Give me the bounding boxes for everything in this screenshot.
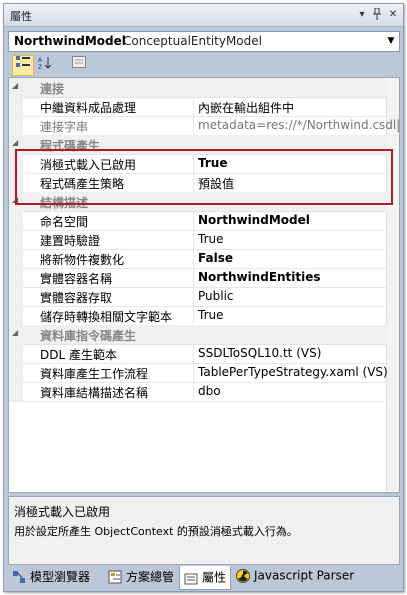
- column-divider[interactable]: [193, 116, 194, 135]
- category-label: 連接: [40, 82, 65, 96]
- properties-window: 屬性 ▾ ✕ NorthwindModel ConceptualEntityMo…: [3, 3, 404, 592]
- row-gutter: [9, 287, 23, 306]
- property-value[interactable]: metadata=res://*/Northwind.csdl|re: [198, 118, 399, 132]
- annotation-highlight-box: [15, 149, 393, 205]
- svg-text:A: A: [38, 57, 43, 64]
- column-divider[interactable]: [193, 287, 194, 306]
- property-row[interactable]: 實體容器名稱 NorthwindEntities: [9, 268, 387, 288]
- tab-javascript-parser[interactable]: Javascript Parser: [236, 568, 354, 588]
- property-row[interactable]: 中繼資料成品處理 內嵌在輸出組件中: [9, 97, 387, 117]
- description-title: 消極式載入已啟用: [14, 505, 111, 519]
- category-row[interactable]: ◢ 資料庫指令碼產生: [9, 325, 387, 345]
- property-value[interactable]: Public: [198, 289, 234, 303]
- property-row[interactable]: 實體容器存取 Public: [9, 287, 387, 307]
- property-row[interactable]: 連接字串 metadata=res://*/Northwind.csdl|re: [9, 116, 399, 136]
- property-row[interactable]: DDL 產生範本 SSDLToSQL10.tt (VS): [9, 344, 387, 364]
- properties-toolbar: AZ: [8, 54, 398, 76]
- property-value[interactable]: False: [198, 251, 233, 265]
- column-divider[interactable]: [193, 230, 194, 249]
- description-pane: 消極式載入已啟用 用於設定所產生 ObjectContext 的預設消極式載入行…: [8, 496, 400, 565]
- property-value[interactable]: NorthwindModel: [198, 213, 310, 227]
- property-name: 實體容器名稱: [40, 272, 113, 286]
- property-name: 將新物件複數化: [40, 253, 125, 267]
- property-value[interactable]: True: [198, 308, 224, 322]
- category-row[interactable]: ◢ 連接: [9, 78, 387, 98]
- property-row[interactable]: 資料庫結構描述名稱 dbo: [9, 382, 387, 402]
- property-name: 建置時驗證: [40, 234, 101, 248]
- title-bar: 屬性 ▾ ✕: [4, 4, 403, 27]
- bottom-tab-strip: 模型瀏覽器 方案總管 屬性 Javascript Parser: [4, 566, 403, 591]
- property-name: 資料庫產生工作流程: [40, 367, 149, 381]
- column-divider[interactable]: [193, 268, 194, 287]
- property-row[interactable]: 資料庫產生工作流程 TablePerTypeStrategy.xaml (VS): [9, 363, 388, 383]
- property-row[interactable]: 命名空間 NorthwindModel: [9, 211, 387, 231]
- tab-properties[interactable]: 屬性: [179, 566, 232, 590]
- properties-icon: [184, 571, 198, 585]
- column-divider[interactable]: [193, 306, 194, 325]
- property-name: DDL 產生範本: [40, 348, 117, 362]
- row-gutter: [9, 268, 23, 287]
- object-selector[interactable]: NorthwindModel ConceptualEntityModel ▼: [8, 31, 400, 52]
- property-name: 連接字串: [40, 120, 89, 134]
- tab-solution-explorer[interactable]: 方案總管: [108, 568, 174, 588]
- property-name: 儲存時轉換相關文字範本: [40, 310, 173, 324]
- category-label: 資料庫指令碼產生: [40, 329, 137, 343]
- property-pages-icon[interactable]: [68, 55, 90, 76]
- property-value[interactable]: 內嵌在輸出組件中: [198, 99, 294, 116]
- property-name: 命名空間: [40, 215, 89, 229]
- column-divider[interactable]: [193, 344, 194, 363]
- close-icon[interactable]: ✕: [386, 8, 400, 22]
- column-divider[interactable]: [193, 249, 194, 268]
- window-title: 屬性: [10, 10, 32, 23]
- object-type: ConceptualEntityModel: [123, 34, 262, 48]
- model-browser-icon: [12, 570, 26, 584]
- property-value[interactable]: TablePerTypeStrategy.xaml (VS): [198, 365, 388, 379]
- object-name: NorthwindModel: [14, 34, 126, 48]
- property-value[interactable]: SSDLToSQL10.tt (VS): [198, 346, 321, 360]
- column-divider[interactable]: [193, 382, 194, 401]
- property-value[interactable]: True: [198, 232, 224, 246]
- description-text: 用於設定所產生 ObjectContext 的預設消極式載入行為。: [14, 525, 298, 538]
- property-value[interactable]: NorthwindEntities: [198, 270, 321, 284]
- column-divider[interactable]: [193, 211, 194, 230]
- row-gutter: [9, 211, 23, 230]
- collapse-icon[interactable]: ◢: [12, 81, 18, 90]
- dropdown-icon[interactable]: ▾: [355, 8, 369, 22]
- property-grid: ◢ 連接中繼資料成品處理 內嵌在輸出組件中連接字串 metadata=res://*/…: [8, 77, 400, 493]
- tab-model-browser[interactable]: 模型瀏覽器: [12, 568, 90, 588]
- pin-icon[interactable]: [370, 7, 384, 22]
- row-gutter: [9, 382, 23, 401]
- property-row[interactable]: 建置時驗證 True: [9, 230, 387, 250]
- categorized-icon[interactable]: [12, 55, 34, 76]
- svg-text:Z: Z: [38, 64, 42, 70]
- collapse-icon[interactable]: ◢: [12, 138, 18, 147]
- property-row[interactable]: 儲存時轉換相關文字範本 True: [9, 306, 387, 326]
- chevron-down-icon[interactable]: ▼: [383, 32, 399, 51]
- collapse-icon[interactable]: ◢: [12, 328, 18, 337]
- alphabetical-icon[interactable]: AZ: [34, 55, 56, 76]
- property-value[interactable]: dbo: [198, 384, 221, 398]
- row-gutter: [9, 116, 23, 135]
- row-gutter: [9, 97, 23, 116]
- property-name: 資料庫結構描述名稱: [40, 386, 149, 400]
- column-divider[interactable]: [193, 97, 194, 116]
- row-gutter: [9, 363, 23, 382]
- column-divider[interactable]: [193, 363, 194, 382]
- row-gutter: [9, 230, 23, 249]
- property-name: 實體容器存取: [40, 291, 113, 305]
- row-gutter: [9, 344, 23, 363]
- property-name: 中繼資料成品處理: [40, 101, 137, 115]
- vertical-scrollbar[interactable]: [386, 78, 399, 492]
- radiation-icon: [236, 568, 250, 583]
- property-row[interactable]: 將新物件複數化 False: [9, 249, 387, 269]
- solution-explorer-icon: [108, 570, 122, 584]
- row-gutter: [9, 249, 23, 268]
- row-gutter: [9, 306, 23, 325]
